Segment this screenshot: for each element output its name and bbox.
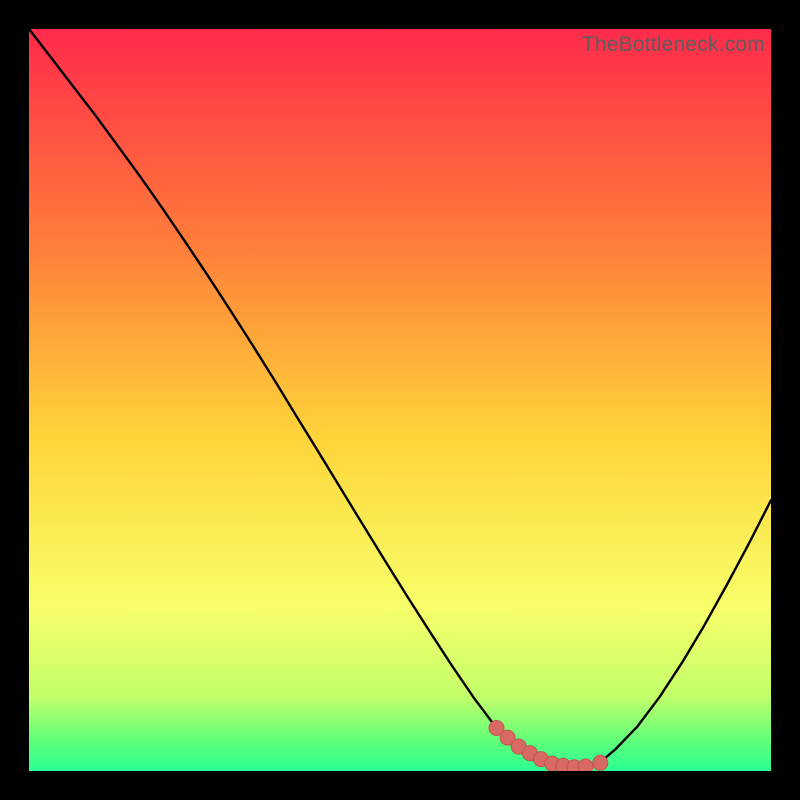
gradient-background — [29, 29, 771, 771]
chart-frame: TheBottleneck.com — [29, 29, 771, 771]
watermark-text: TheBottleneck.com — [582, 33, 765, 57]
bottleneck-chart — [29, 29, 771, 771]
optimal-marker — [578, 759, 593, 771]
optimal-marker — [593, 755, 608, 770]
